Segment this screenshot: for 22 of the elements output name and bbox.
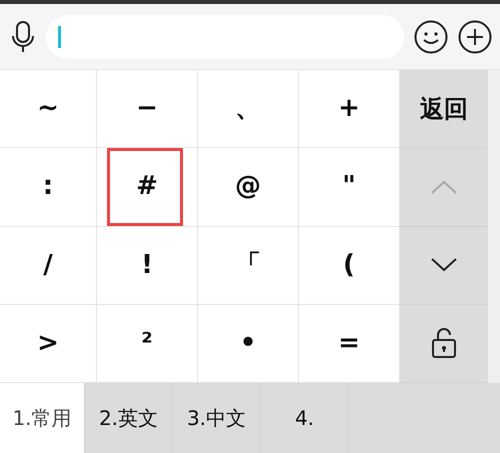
message-input[interactable] [46, 14, 404, 58]
symbol-key[interactable]: # [97, 148, 198, 226]
symbol-key[interactable]: : [0, 148, 97, 226]
symbol-key[interactable]: > [0, 304, 97, 383]
symbol-key[interactable]: ! [97, 226, 198, 305]
add-icon[interactable] [458, 20, 492, 54]
symbol-key[interactable]: = [299, 304, 400, 383]
symbol-key[interactable]: 「 [198, 226, 299, 305]
symbol-key[interactable]: ~ [0, 70, 97, 148]
symbol-key[interactable]: − [97, 70, 198, 148]
category-tab[interactable]: 1.常用 [0, 383, 85, 453]
symbol-key[interactable]: 、 [198, 70, 299, 148]
emoji-icon[interactable] [414, 20, 448, 54]
symbol-key[interactable]: • [198, 304, 299, 383]
symbol-key[interactable]: ² [97, 304, 198, 383]
symbol-key[interactable]: / [0, 226, 97, 305]
symbol-key[interactable]: @ [198, 148, 299, 226]
microphone-icon[interactable] [10, 20, 36, 54]
unlocked-padlock-icon [431, 327, 457, 360]
symbol-key[interactable]: ( [299, 226, 400, 305]
symbol-key[interactable]: " [299, 148, 400, 226]
symbol-key[interactable]: + [299, 70, 400, 148]
